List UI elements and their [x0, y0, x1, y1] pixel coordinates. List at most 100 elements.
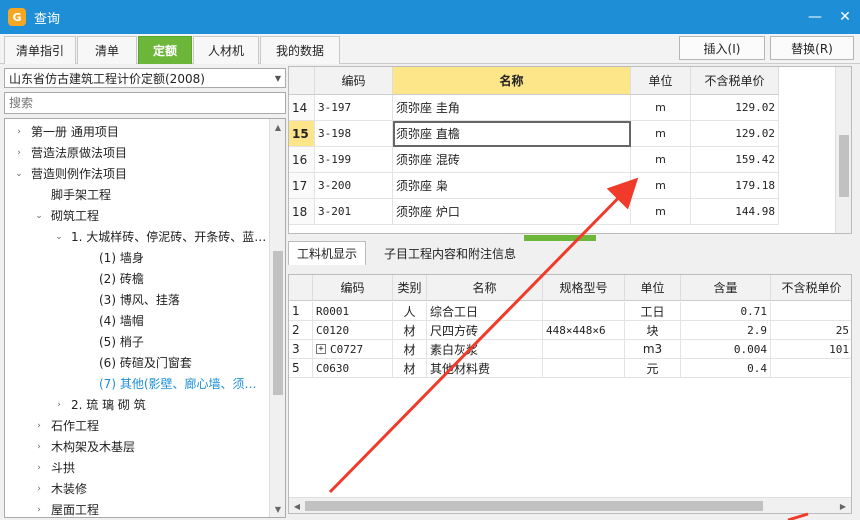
resource-cell-name[interactable]: 综合工日 [427, 302, 543, 321]
resource-cell-price[interactable]: 101 [771, 340, 851, 359]
column-header-quantity[interactable]: 含量 [681, 275, 771, 301]
column-header-code[interactable]: 编码 [313, 275, 393, 301]
tree-item[interactable]: › 木装修 [33, 478, 87, 499]
quota-cell-code[interactable]: 3-198 [315, 121, 393, 147]
quota-cell-price[interactable]: 129.02 [691, 95, 779, 121]
resource-cell-qty[interactable]: 0.71 [681, 302, 771, 321]
close-icon[interactable]: ✕ [830, 0, 860, 34]
chevron-down-icon[interactable]: ⌄ [33, 211, 45, 221]
quota-cell-name[interactable]: 须弥座 混砖 [393, 147, 631, 173]
chevron-right-icon[interactable]: › [33, 505, 45, 515]
resource-cell-code[interactable]: + C0727 [313, 340, 393, 359]
chevron-right-icon[interactable]: › [33, 484, 45, 494]
tab-bill[interactable]: 清单 [77, 36, 137, 64]
scroll-up-icon[interactable]: ▲ [270, 119, 285, 135]
resource-cell-qty[interactable]: 0.4 [681, 359, 771, 378]
resource-cell-no[interactable]: 5 [289, 359, 313, 378]
tree-item[interactable]: › 木构架及木基层 [33, 436, 135, 457]
tree-item[interactable]: (5) 梢子 [81, 331, 144, 352]
tree-item[interactable]: (4) 墙帽 [81, 310, 144, 331]
resource-cell-unit[interactable]: m3 [625, 340, 681, 359]
quota-cell-price[interactable]: 129.02 [691, 121, 779, 147]
minimize-icon[interactable]: — [800, 0, 830, 34]
resource-cell-name[interactable]: 其他材料费 [427, 359, 543, 378]
tree-item[interactable]: (7) 其他(影壁、廊心墙、须… [81, 373, 257, 394]
resource-cell-price[interactable] [771, 359, 851, 378]
column-header-unit[interactable]: 单位 [631, 67, 691, 95]
tree-item[interactable]: (6) 砖碹及门窗套 [81, 352, 192, 373]
resource-cell-price[interactable] [771, 302, 851, 321]
resource-cell-no[interactable]: 2 [289, 321, 313, 340]
column-header-price[interactable]: 不含税单价 [771, 275, 851, 301]
quota-library-select[interactable]: 山东省仿古建筑工程计价定额(2008) ▼ [4, 68, 286, 88]
column-header-category[interactable]: 类别 [393, 275, 427, 301]
tree-item[interactable]: › 斗拱 [33, 457, 75, 478]
resource-cell-no[interactable]: 1 [289, 302, 313, 321]
scroll-left-icon[interactable]: ◀ [289, 498, 305, 513]
tree-item[interactable]: ⌄ 砌筑工程 [33, 205, 99, 226]
insert-button[interactable]: 插入(I) [679, 36, 765, 60]
tree-scrollbar[interactable]: ▲ ▼ [269, 119, 285, 517]
tree-item[interactable]: › 2. 琉 璃 砌 筑 [53, 394, 146, 415]
tab-work-content-notes[interactable]: 子目工程内容和附注信息 [376, 241, 524, 265]
quota-cell-price[interactable]: 144.98 [691, 199, 779, 225]
resource-cell-category[interactable]: 人 [393, 302, 427, 321]
resource-cell-qty[interactable]: 2.9 [681, 321, 771, 340]
resource-cell-spec[interactable] [543, 340, 625, 359]
tree-item[interactable]: › 营造法原做法项目 [13, 142, 127, 163]
resource-cell-name[interactable]: 尺四方砖 [427, 321, 543, 340]
scroll-thumb[interactable] [839, 135, 849, 197]
quota-cell-no[interactable]: 18 [289, 199, 315, 225]
search-input[interactable] [4, 92, 286, 114]
resource-cell-code[interactable]: C0120 [313, 321, 393, 340]
tab-my-data[interactable]: 我的数据 [260, 36, 340, 64]
quota-grid-scrollbar[interactable] [835, 67, 851, 233]
quota-cell-name[interactable]: 须弥座 炉口 [393, 199, 631, 225]
quota-cell-name[interactable]: 须弥座 直檐 [393, 121, 631, 147]
quota-cell-no[interactable]: 17 [289, 173, 315, 199]
resource-cell-category[interactable]: 材 [393, 359, 427, 378]
column-header-name[interactable]: 名称 [393, 67, 631, 95]
chevron-down-icon[interactable]: ⌄ [53, 232, 65, 242]
resource-cell-no[interactable]: 3 [289, 340, 313, 359]
chevron-down-icon[interactable]: ⌄ [13, 169, 25, 179]
quota-cell-code[interactable]: 3-201 [315, 199, 393, 225]
tab-bill-guide[interactable]: 清单指引 [4, 36, 76, 64]
resource-cell-spec[interactable] [543, 359, 625, 378]
column-header-price[interactable]: 不含税单价 [691, 67, 779, 95]
resource-cell-code[interactable]: C0630 [313, 359, 393, 378]
quota-cell-unit[interactable]: m [631, 147, 691, 173]
tree-item[interactable]: ⌄ 营造则例作法项目 [13, 163, 127, 184]
quota-cell-no[interactable]: 15 [289, 121, 315, 147]
tree-item[interactable]: (1) 墙身 [81, 247, 144, 268]
quota-cell-price[interactable]: 179.18 [691, 173, 779, 199]
replace-button[interactable]: 替换(R) [770, 36, 854, 60]
resource-cell-code[interactable]: R0001 [313, 302, 393, 321]
tree-item[interactable]: (2) 砖檐 [81, 268, 144, 289]
column-header-unit[interactable]: 单位 [625, 275, 681, 301]
tree-item[interactable]: ⌄ 1. 大城样砖、停泥砖、开条砖、蓝… [53, 226, 266, 247]
chevron-right-icon[interactable]: › [33, 442, 45, 452]
chevron-right-icon[interactable]: › [13, 127, 25, 137]
resource-cell-category[interactable]: 材 [393, 340, 427, 359]
tree-item[interactable]: 脚手架工程 [33, 184, 111, 205]
resource-cell-category[interactable]: 材 [393, 321, 427, 340]
column-header-spec[interactable]: 规格型号 [543, 275, 625, 301]
resource-cell-spec[interactable] [543, 302, 625, 321]
column-header-code[interactable]: 编码 [315, 67, 393, 95]
quota-cell-name[interactable]: 须弥座 圭角 [393, 95, 631, 121]
quota-cell-code[interactable]: 3-199 [315, 147, 393, 173]
quota-cell-unit[interactable]: m [631, 95, 691, 121]
resource-grid-hscrollbar[interactable]: ◀ ▶ [289, 497, 851, 513]
quota-cell-unit[interactable]: m [631, 173, 691, 199]
chevron-right-icon[interactable]: › [13, 148, 25, 158]
column-header-name[interactable]: 名称 [427, 275, 543, 301]
quota-cell-unit[interactable]: m [631, 121, 691, 147]
resource-cell-unit[interactable]: 元 [625, 359, 681, 378]
quota-cell-price[interactable]: 159.42 [691, 147, 779, 173]
quota-cell-code[interactable]: 3-200 [315, 173, 393, 199]
quota-cell-unit[interactable]: m [631, 199, 691, 225]
scroll-thumb[interactable] [273, 251, 283, 395]
chevron-right-icon[interactable]: › [33, 421, 45, 431]
resource-cell-unit[interactable]: 工日 [625, 302, 681, 321]
